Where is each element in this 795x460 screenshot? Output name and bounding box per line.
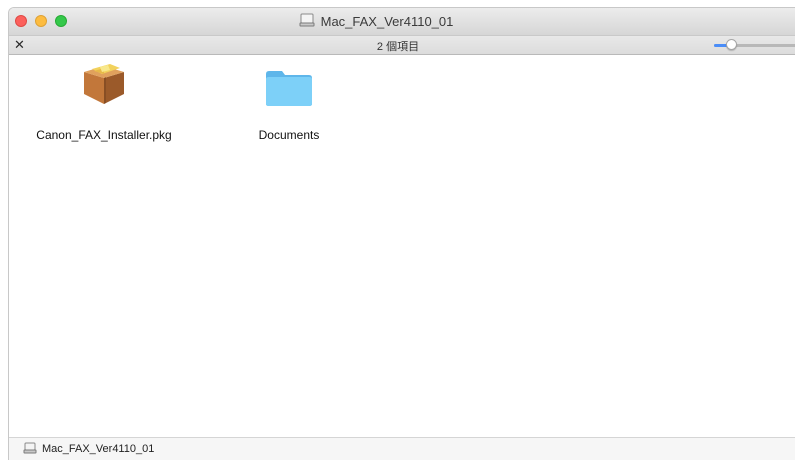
path-bar: Mac_FAX_Ver4110_01 [9,437,795,460]
file-item-package[interactable]: Canon_FAX_Installer.pkg [24,64,184,142]
folder-icon [264,68,314,113]
package-icon [80,64,128,113]
disk-image-icon [299,13,315,30]
finder-window: Mac_FAX_Ver4110_01 ✕ 2 個項目 Canon_FAX_Ins… [9,8,795,460]
toolbar: ✕ 2 個項目 [9,35,795,55]
window-title-text: Mac_FAX_Ver4110_01 [320,14,454,29]
file-name: Documents [258,128,320,142]
file-name: Canon_FAX_Installer.pkg [36,128,172,142]
path-bar-label[interactable]: Mac_FAX_Ver4110_01 [42,443,154,455]
disk-image-icon [23,442,37,457]
file-item-documents[interactable]: Documents [209,69,369,142]
window-title: Mac_FAX_Ver4110_01 [9,8,795,35]
slider-knob[interactable] [726,39,737,50]
file-browser[interactable]: Canon_FAX_Installer.pkg Documents [9,55,795,437]
icon-size-slider[interactable] [714,39,795,51]
item-count: 2 個項目 [376,41,420,53]
title-bar[interactable]: Mac_FAX_Ver4110_01 [9,8,795,35]
